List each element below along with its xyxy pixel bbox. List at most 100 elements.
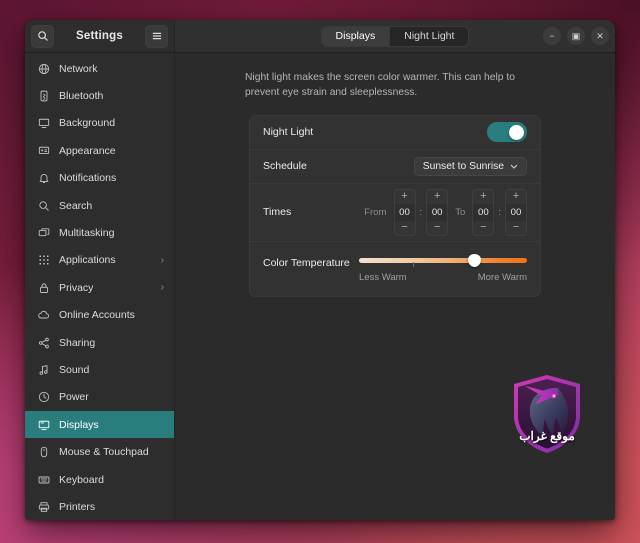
sidebar-item-label: Search xyxy=(59,199,93,212)
sidebar-item-label: Printers xyxy=(59,500,96,513)
sidebar-item-label: Online Accounts xyxy=(59,309,135,322)
from-minute-increment[interactable]: + xyxy=(427,190,447,204)
schedule-dropdown[interactable]: Sunset to Sunrise xyxy=(413,156,527,176)
sidebar-item-label: Multitasking xyxy=(59,227,115,240)
to-minute-stepper[interactable]: + 00 − xyxy=(505,188,527,236)
from-time-separator: : xyxy=(419,206,423,218)
content-headerbar: Displays Night Light − ▣ ✕ xyxy=(175,20,615,52)
watermark-caption: موقع غراب xyxy=(519,429,575,443)
monitor-icon xyxy=(37,117,50,130)
search-icon[interactable] xyxy=(31,24,54,48)
to-minute-value[interactable]: 00 xyxy=(506,203,526,221)
sidebar-item-label: Sound xyxy=(59,363,90,376)
settings-window: Settings Displays Night Light − ▣ ✕ Netw… xyxy=(25,20,615,520)
sidebar-item-label: Displays xyxy=(59,418,99,431)
sidebar-item-mouse-touchpad[interactable]: Mouse & Touchpad xyxy=(25,438,174,465)
from-hour-increment[interactable]: + xyxy=(395,190,415,204)
from-hour-value[interactable]: 00 xyxy=(394,203,415,221)
tab-night-light[interactable]: Night Light xyxy=(390,26,469,46)
times-controls: From + 00 − : + 00 − To + 00 −: + 00 − xyxy=(360,188,527,236)
sidebar-item-sharing[interactable]: Sharing xyxy=(25,329,174,356)
sidebar-item-multitasking[interactable]: Multitasking xyxy=(25,219,174,246)
from-hour-decrement[interactable]: − xyxy=(395,221,415,235)
bell-icon xyxy=(37,172,50,185)
cloud-icon xyxy=(37,309,50,322)
toggle-knob xyxy=(509,124,524,140)
raven-shield-icon xyxy=(514,375,580,453)
to-hour-stepper[interactable]: + 00 − xyxy=(472,188,495,236)
sidebar-item-appearance[interactable]: Appearance xyxy=(25,137,174,164)
minimize-button[interactable]: − xyxy=(543,27,561,45)
sidebar-item-label: Bluetooth xyxy=(59,90,104,103)
sidebar-item-label: Sharing xyxy=(59,336,96,349)
schedule-value: Sunset to Sunrise xyxy=(422,160,504,172)
appearance-icon xyxy=(37,144,50,157)
page-title: Settings xyxy=(76,30,123,42)
color-temperature-row: Color Temperature Less Warm More Warm xyxy=(250,242,540,296)
view-tabs: Displays Night Light xyxy=(320,25,470,47)
sidebar-item-power[interactable]: Power xyxy=(25,384,174,411)
chevron-right-icon: › xyxy=(160,254,164,266)
to-hour-decrement[interactable]: − xyxy=(473,221,493,235)
to-time-separator: : xyxy=(498,206,501,218)
sidebar-item-bluetooth[interactable]: Bluetooth xyxy=(25,82,174,109)
from-minute-stepper[interactable]: + 00 − xyxy=(426,188,449,236)
to-hour-value[interactable]: 00 xyxy=(473,203,494,221)
window-controls: − ▣ ✕ xyxy=(543,27,609,45)
schedule-row: Schedule Sunset to Sunrise xyxy=(250,150,540,184)
slider-max-label: More Warm xyxy=(477,271,527,283)
grid-icon xyxy=(37,254,50,267)
from-hour-stepper[interactable]: + 00 − xyxy=(393,188,416,236)
sidebar-item-label: Power xyxy=(59,391,89,404)
night-light-toggle[interactable] xyxy=(487,122,527,143)
sidebar-item-online-accounts[interactable]: Online Accounts xyxy=(25,302,174,329)
sidebar-item-label: Keyboard xyxy=(59,473,104,486)
to-minute-increment[interactable]: + xyxy=(506,190,526,204)
from-minute-value[interactable]: 00 xyxy=(427,203,448,221)
chevron-down-icon xyxy=(510,162,518,171)
night-light-settings-card: Night Light Schedule Sunset to Sunrise T… xyxy=(249,114,541,297)
color-temperature-label: Color Temperature xyxy=(263,256,350,269)
keyboard-icon xyxy=(37,473,50,486)
power-icon xyxy=(37,391,50,404)
share-icon xyxy=(37,336,50,349)
sidebar-item-printers[interactable]: Printers xyxy=(25,493,174,520)
sidebar-item-label: Network xyxy=(59,62,98,75)
mouse-icon xyxy=(37,446,50,459)
night-light-panel: Night light makes the screen color warme… xyxy=(175,53,615,520)
sidebar-item-label: Mouse & Touchpad xyxy=(59,446,149,459)
to-minute-decrement[interactable]: − xyxy=(506,221,526,235)
sidebar-item-network[interactable]: Network xyxy=(25,55,174,82)
maximize-button[interactable]: ▣ xyxy=(567,27,585,45)
sidebar-item-privacy[interactable]: Privacy › xyxy=(25,274,174,301)
sidebar-item-label: Privacy xyxy=(59,281,94,294)
color-temperature-slider[interactable]: Less Warm More Warm xyxy=(359,253,527,283)
sidebar-item-background[interactable]: Background xyxy=(25,110,174,137)
times-label: Times xyxy=(263,206,292,219)
music-note-icon xyxy=(37,363,50,376)
slider-thumb[interactable] xyxy=(468,253,482,267)
chevron-right-icon: › xyxy=(160,282,164,294)
night-light-description: Night light makes the screen color warme… xyxy=(245,72,515,98)
slider-scale-labels: Less Warm More Warm xyxy=(359,272,527,283)
hamburger-menu-icon[interactable] xyxy=(145,24,168,48)
sidebar-item-notifications[interactable]: Notifications xyxy=(25,165,174,192)
from-minute-decrement[interactable]: − xyxy=(427,221,447,235)
to-hour-increment[interactable]: + xyxy=(473,190,493,204)
close-button[interactable]: ✕ xyxy=(591,27,609,45)
from-label: From xyxy=(364,206,387,218)
sidebar-item-search[interactable]: Search xyxy=(25,192,174,219)
bluetooth-icon xyxy=(37,90,50,103)
sidebar-item-keyboard[interactable]: Keyboard xyxy=(25,466,174,493)
sidebar-headerbar: Settings xyxy=(25,20,175,52)
tab-displays[interactable]: Displays xyxy=(321,26,391,46)
sidebar-item-applications[interactable]: Applications › xyxy=(25,247,174,274)
night-light-label: Night Light xyxy=(263,126,314,139)
sidebar-item-displays[interactable]: Displays xyxy=(25,411,174,439)
schedule-label: Schedule xyxy=(263,160,307,173)
times-row: Times From + 00 − : + 00 − To + 00 −: +… xyxy=(250,184,540,242)
to-label: To xyxy=(455,206,466,218)
sidebar-item-sound[interactable]: Sound xyxy=(25,356,174,383)
lock-icon xyxy=(37,281,50,294)
slider-track[interactable] xyxy=(359,253,527,267)
